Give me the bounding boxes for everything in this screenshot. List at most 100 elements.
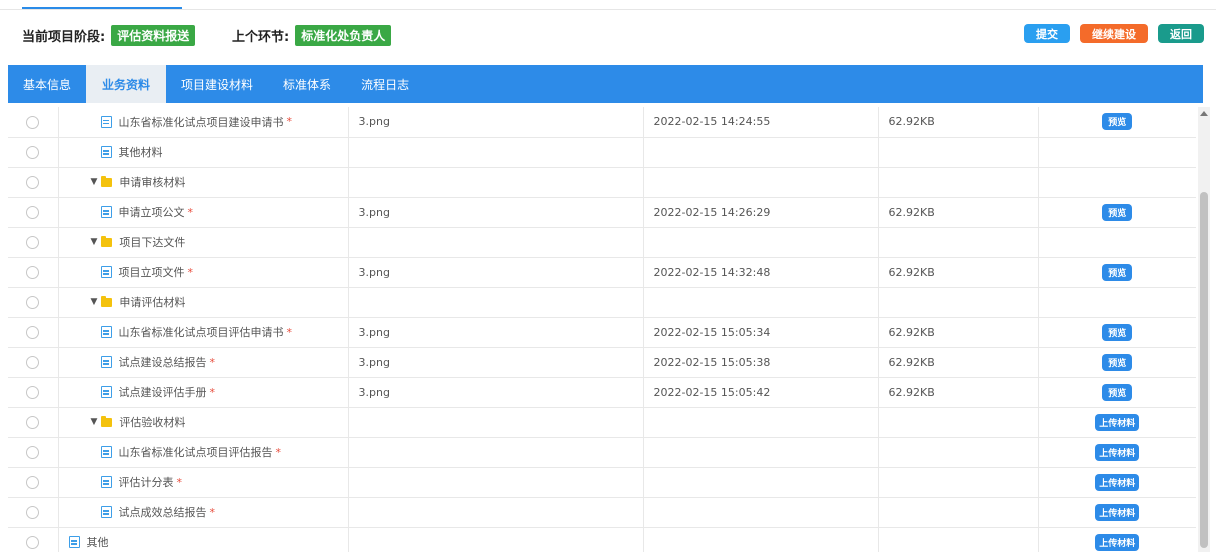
tab-business-materials[interactable]: 业务资料 <box>86 65 167 103</box>
file-name-cell <box>348 167 644 198</box>
preview-button[interactable]: 预览 <box>1102 383 1133 401</box>
row-radio[interactable] <box>26 325 40 339</box>
material-name: 试点建设总结报告 <box>118 356 207 369</box>
required-marker: * <box>286 325 293 339</box>
material-name-cell: 试点建设评估手册 * <box>58 377 349 408</box>
table-row[interactable]: 评估计分表 * 上传材料 <box>8 467 1196 498</box>
upload-material-button[interactable]: 上传材料 <box>1095 473 1140 491</box>
material-name: 其他材料 <box>118 146 163 159</box>
expand-caret-icon[interactable]: ▼ <box>91 417 98 427</box>
upload-time-cell <box>643 227 879 258</box>
preview-button[interactable]: 预览 <box>1102 113 1133 131</box>
scroll-up-arrow-icon[interactable] <box>1200 111 1208 116</box>
table-row[interactable]: 试点成效总结报告 * 上传材料 <box>8 497 1196 528</box>
preview-button[interactable]: 预览 <box>1102 203 1133 221</box>
row-radio[interactable] <box>26 445 40 459</box>
table-row[interactable]: 项目立项文件 * 3.png 2022-02-15 14:32:48 62.92KB 预览 <box>8 257 1196 288</box>
upload-material-button[interactable]: 上传材料 <box>1095 443 1140 461</box>
expand-caret-icon[interactable]: ▼ <box>91 237 98 247</box>
material-name: 试点建设评估手册 <box>118 386 207 399</box>
material-name: 山东省标准化试点项目评估报告 <box>118 446 273 459</box>
action-cell <box>1038 287 1196 318</box>
file-name-cell <box>348 467 644 498</box>
previous-step: 上个环节: 标准化处负责人 <box>232 25 392 46</box>
table-row[interactable]: 申请立项公文 * 3.png 2022-02-15 14:26:29 62.92KB 预览 <box>8 197 1196 228</box>
row-radio[interactable] <box>26 205 40 219</box>
file-size-cell <box>878 497 1039 528</box>
row-radio[interactable] <box>26 415 40 429</box>
row-radio[interactable] <box>26 265 40 279</box>
back-button[interactable]: 返回 <box>1158 24 1204 43</box>
tab-standard-system[interactable]: 标准体系 <box>268 65 346 103</box>
document-icon <box>100 206 112 218</box>
row-select-cell <box>8 197 59 228</box>
preview-button[interactable]: 预览 <box>1102 353 1133 371</box>
material-name-cell: 试点成效总结报告 * <box>58 497 349 528</box>
upload-time-cell <box>643 497 879 528</box>
upload-material-button[interactable]: 上传材料 <box>1095 533 1140 551</box>
upload-time-cell: 2022-02-15 14:24:55 <box>643 107 879 138</box>
row-select-cell <box>8 377 59 408</box>
row-select-cell <box>8 107 59 138</box>
document-icon <box>100 506 112 518</box>
vertical-scrollbar[interactable] <box>1198 107 1210 552</box>
scrollbar-thumb[interactable] <box>1200 192 1208 548</box>
tab-process-log[interactable]: 流程日志 <box>346 65 424 103</box>
document-icon <box>68 536 80 548</box>
table-row[interactable]: ▼ 申请审核材料 <box>8 167 1196 198</box>
table-row[interactable]: ▼ 评估验收材料 上传材料 <box>8 407 1196 438</box>
expand-caret-icon[interactable]: ▼ <box>91 297 98 307</box>
row-radio[interactable] <box>26 535 40 549</box>
row-radio[interactable] <box>26 295 40 309</box>
submit-button[interactable]: 提交 <box>1024 24 1070 43</box>
row-select-cell <box>8 317 59 348</box>
material-name: 项目下达文件 <box>119 236 186 249</box>
upload-time-cell <box>643 407 879 438</box>
file-size-cell <box>878 227 1039 258</box>
row-radio[interactable] <box>26 115 40 129</box>
folder-icon <box>101 415 113 427</box>
file-name-cell: 3.png <box>348 197 644 228</box>
table-row[interactable]: 山东省标准化试点项目建设申请书 * 3.png 2022-02-15 14:24:55… <box>8 107 1196 138</box>
preview-button[interactable]: 预览 <box>1102 263 1133 281</box>
row-radio[interactable] <box>26 385 40 399</box>
row-select-cell <box>8 137 59 168</box>
row-radio[interactable] <box>26 355 40 369</box>
material-name: 山东省标准化试点项目评估申请书 <box>118 326 284 339</box>
tab-project-construction-materials[interactable]: 项目建设材料 <box>166 65 268 103</box>
file-name-cell <box>348 497 644 528</box>
row-radio[interactable] <box>26 145 40 159</box>
upload-material-button[interactable]: 上传材料 <box>1095 503 1140 521</box>
row-radio[interactable] <box>26 235 40 249</box>
tab-basic-info[interactable]: 基本信息 <box>8 65 86 103</box>
row-radio[interactable] <box>26 505 40 519</box>
preview-button[interactable]: 预览 <box>1102 323 1133 341</box>
material-name: 山东省标准化试点项目建设申请书 <box>118 115 284 129</box>
material-name-cell: ▼ 申请评估材料 <box>58 287 349 318</box>
upload-material-button[interactable]: 上传材料 <box>1095 413 1140 431</box>
continue-build-button[interactable]: 继续建设 <box>1080 24 1148 43</box>
table-row[interactable]: 其他 上传材料 <box>8 527 1196 552</box>
material-name-cell: 其他材料 <box>58 137 349 168</box>
table-row[interactable]: 其他材料 <box>8 137 1196 168</box>
expand-caret-icon[interactable]: ▼ <box>91 177 98 187</box>
row-radio[interactable] <box>26 175 40 189</box>
required-marker: * <box>209 505 216 519</box>
table-row[interactable]: 山东省标准化试点项目评估申请书 * 3.png 2022-02-15 15:05:34… <box>8 317 1196 348</box>
table-row[interactable]: ▼ 项目下达文件 <box>8 227 1196 258</box>
row-radio[interactable] <box>26 475 40 489</box>
table-row[interactable]: 山东省标准化试点项目评估报告 * 上传材料 <box>8 437 1196 468</box>
file-name-cell <box>348 227 644 258</box>
material-name: 申请评估材料 <box>119 296 186 309</box>
required-marker: * <box>187 205 194 219</box>
table-row[interactable]: 试点建设总结报告 * 3.png 2022-02-15 15:05:38 62.92KB… <box>8 347 1196 378</box>
table-row[interactable]: 试点建设评估手册 * 3.png 2022-02-15 15:05:42 62.92KB… <box>8 377 1196 408</box>
action-cell: 上传材料 <box>1038 527 1196 552</box>
action-buttons: 提交 继续建设 返回 <box>1024 24 1204 43</box>
file-size-cell <box>878 137 1039 168</box>
action-cell: 上传材料 <box>1038 497 1196 528</box>
table-row[interactable]: ▼ 申请评估材料 <box>8 287 1196 318</box>
upload-time-cell <box>643 287 879 318</box>
top-tab-indicator <box>22 7 182 9</box>
material-name-cell: ▼ 项目下达文件 <box>58 227 349 258</box>
